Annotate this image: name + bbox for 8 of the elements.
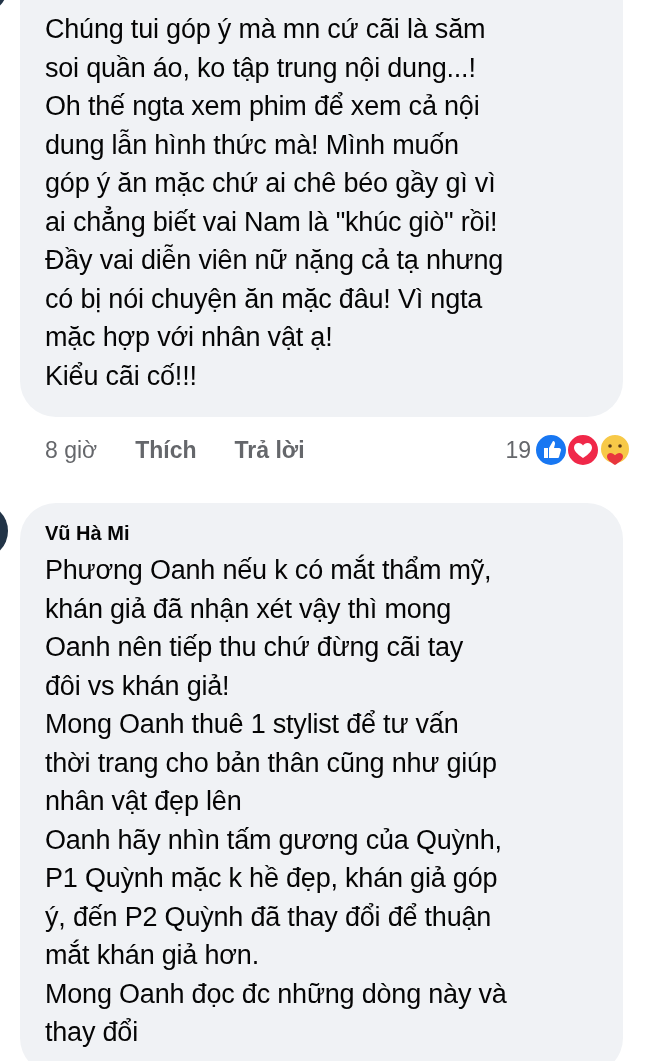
author-name: Vũ Hà Mi bbox=[45, 521, 131, 545]
timestamp: 8 giờ bbox=[45, 435, 98, 465]
action-link[interactable]: Thích bbox=[135, 432, 197, 468]
reaction-count: 19 bbox=[505, 435, 531, 465]
comment-text: Phương Oanh nếu k có mắt thẩm mỹ, khán giả đã nhận xét vậy thì mong Oanh nên tiếp thu chứ đừng cãi tay đôi vs khán giả! Mong Oanh thuê 1 stylist để tư vấn thời trang cho bản thân cũng như giúp nhân vật đẹp lên Oanh hãy nhìn tấm gương của Quỳnh, P1 Quỳnh mặc k hề đẹp, khán giả góp ý, đến P2 Quỳnh đã thay đổi để thuận mắt khán giả hơn. Mong Oanh đọc đc những dòng này và thay đổi bbox=[45, 553, 508, 1049]
thumbs-up-icon bbox=[533, 432, 569, 468]
action-link[interactable]: Trả lời bbox=[234, 432, 305, 468]
comment-text: Chúng tui góp ý mà mn cứ cãi là săm soi quần áo, ko tập trung nội dung...! Oh thế ngta xem phim để xem cả nội dung lẫn hình thức mà! Mình muốn góp ý ăn mặc chứ ai chê béo gầy gì vì ai chẳng biết vai Nam là "khúc giò" rồi! Đầy vai diễn viên nữ nặng cả tạ nhưng có bị nói chuyện ăn mặc đâu! Vì ngta mặc hợp với nhân vật ạ! Kiểu cãi cố!!! bbox=[45, 13, 505, 393]
